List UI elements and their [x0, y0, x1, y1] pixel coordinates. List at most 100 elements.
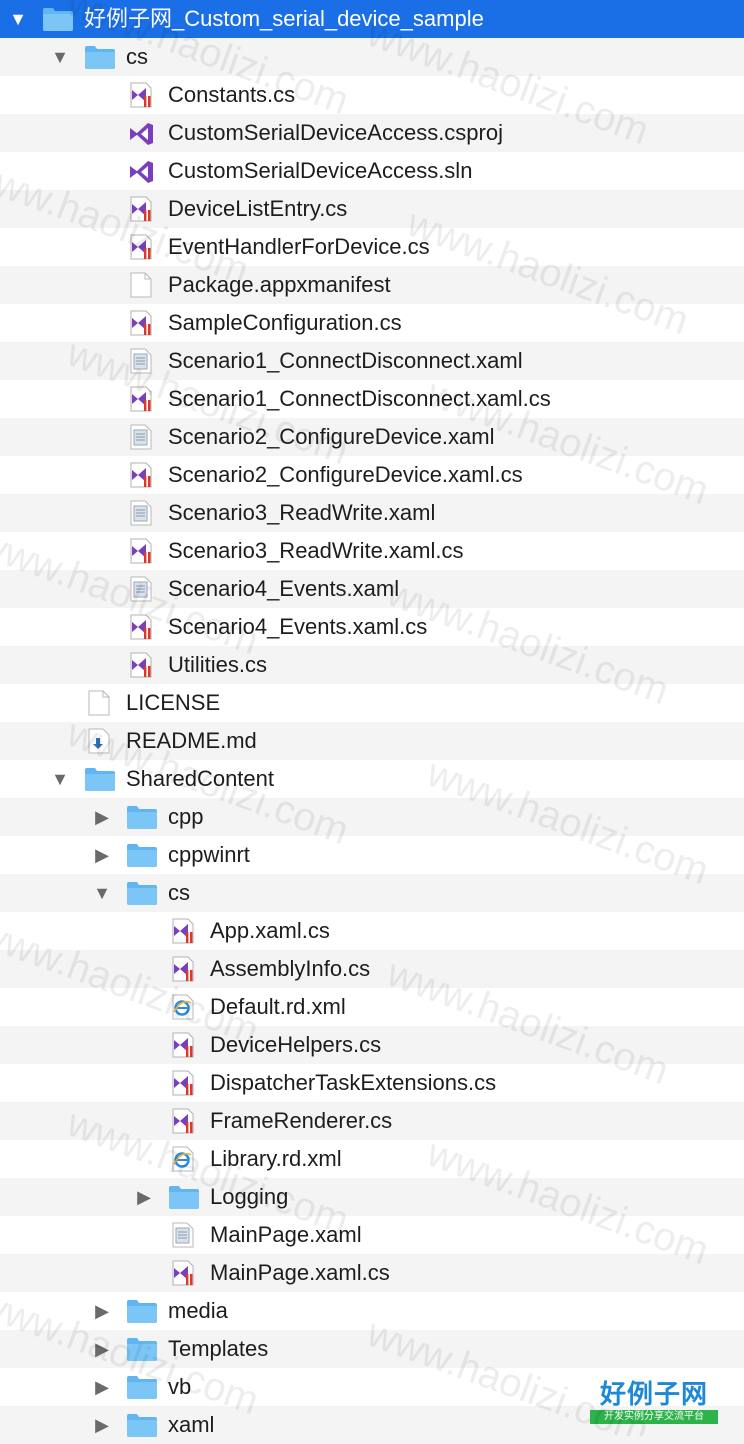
tree-item-label: Scenario2_ConfigureDevice.xaml	[168, 424, 495, 449]
tree-file-row[interactable]: CustomSerialDeviceAccess.sln	[0, 152, 744, 190]
csharp-file-icon	[126, 652, 156, 678]
csharp-file-icon	[168, 1070, 198, 1096]
tree-file-row[interactable]: Scenario2_ConfigureDevice.xaml	[0, 418, 744, 456]
tree-item-label: 好例子网_Custom_serial_device_sample	[84, 6, 484, 31]
tree-file-row[interactable]: MainPage.xaml.cs	[0, 1254, 744, 1292]
tree-item-label: cs	[168, 880, 190, 905]
xaml-file-icon	[168, 1222, 198, 1248]
disclosure-collapsed-icon[interactable]: ▶	[92, 1406, 112, 1444]
tree-item-label: vb	[168, 1374, 192, 1399]
tree-file-row[interactable]: Package.appxmanifest	[0, 266, 744, 304]
tree-folder-row[interactable]: ▼ cs	[0, 874, 744, 912]
folder-icon	[126, 1374, 157, 1400]
disclosure-collapsed-icon[interactable]: ▶	[92, 1292, 112, 1330]
folder-icon	[126, 880, 157, 906]
tree-file-row[interactable]: README.md	[0, 722, 744, 760]
csharp-file-icon	[126, 310, 156, 336]
tree-file-row[interactable]: EventHandlerForDevice.cs	[0, 228, 744, 266]
blank-file-icon	[126, 272, 156, 298]
tree-item-label: CustomSerialDeviceAccess.sln	[168, 158, 473, 183]
xaml-file-icon	[126, 576, 156, 602]
tree-file-row[interactable]: Scenario3_ReadWrite.xaml	[0, 494, 744, 532]
xaml-file-icon	[126, 424, 156, 450]
tree-file-row[interactable]: AssemblyInfo.cs	[0, 950, 744, 988]
tree-file-row[interactable]: MainPage.xaml	[0, 1216, 744, 1254]
csharp-file-icon	[126, 386, 156, 412]
logo-title: 好例子网	[599, 1379, 708, 1409]
tree-file-row[interactable]: Scenario4_Events.xaml.cs	[0, 608, 744, 646]
tree-file-row[interactable]: LICENSE	[0, 684, 744, 722]
csharp-file-icon	[168, 1260, 198, 1286]
tree-item-label: SharedContent	[126, 766, 274, 791]
xml-file-icon	[168, 994, 198, 1020]
tree-item-label: Scenario3_ReadWrite.xaml	[168, 500, 436, 525]
disclosure-expanded-icon[interactable]: ▼	[50, 760, 70, 798]
tree-item-label: cppwinrt	[168, 842, 250, 867]
tree-item-label: SampleConfiguration.cs	[168, 310, 402, 335]
folder-icon	[126, 1412, 157, 1438]
tree-file-row[interactable]: DeviceListEntry.cs	[0, 190, 744, 228]
tree-file-row[interactable]: CustomSerialDeviceAccess.csproj	[0, 114, 744, 152]
tree-file-row[interactable]: App.xaml.cs	[0, 912, 744, 950]
disclosure-collapsed-icon[interactable]: ▶	[92, 1368, 112, 1406]
tree-item-label: Scenario4_Events.xaml.cs	[168, 614, 428, 639]
tree-file-row[interactable]: Scenario2_ConfigureDevice.xaml.cs	[0, 456, 744, 494]
tree-item-label: Utilities.cs	[168, 652, 268, 677]
tree-folder-row[interactable]: ▶ Templates	[0, 1330, 744, 1368]
tree-file-row[interactable]: DeviceHelpers.cs	[0, 1026, 744, 1064]
csharp-file-icon	[126, 82, 156, 108]
disclosure-collapsed-icon[interactable]: ▶	[134, 1178, 154, 1216]
logo-subtitle: 开发实例分享交流平台	[590, 1410, 718, 1424]
folder-icon	[126, 1298, 157, 1324]
disclosure-expanded-icon[interactable]: ▼	[8, 0, 28, 38]
tree-folder-row[interactable]: ▶ cpp	[0, 798, 744, 836]
site-logo: 好例子网 开发实例分享交流平台	[590, 1378, 718, 1430]
csharp-file-icon	[168, 1032, 198, 1058]
xaml-file-icon	[126, 348, 156, 374]
tree-item-label: README.md	[126, 728, 257, 753]
tree-folder-row[interactable]: ▼ 好例子网_Custom_serial_device_sample	[0, 0, 744, 38]
tree-file-row[interactable]: FrameRenderer.cs	[0, 1102, 744, 1140]
tree-folder-row[interactable]: ▼ SharedContent	[0, 760, 744, 798]
tree-file-row[interactable]: SampleConfiguration.cs	[0, 304, 744, 342]
tree-file-row[interactable]: Scenario1_ConnectDisconnect.xaml	[0, 342, 744, 380]
tree-item-label: MainPage.xaml	[210, 1222, 362, 1247]
disclosure-collapsed-icon[interactable]: ▶	[92, 798, 112, 836]
tree-file-row[interactable]: Scenario4_Events.xaml	[0, 570, 744, 608]
csharp-file-icon	[168, 956, 198, 982]
tree-item-label: xaml	[168, 1412, 215, 1437]
disclosure-expanded-icon[interactable]: ▼	[92, 874, 112, 912]
csharp-file-icon	[126, 538, 156, 564]
folder-icon	[126, 804, 157, 830]
tree-file-row[interactable]: DispatcherTaskExtensions.cs	[0, 1064, 744, 1102]
tree-item-label: Scenario2_ConfigureDevice.xaml.cs	[168, 462, 523, 487]
tree-folder-row[interactable]: ▶ media	[0, 1292, 744, 1330]
csharp-file-icon	[126, 614, 156, 640]
markdown-file-icon	[84, 728, 114, 754]
tree-file-row[interactable]: Constants.cs	[0, 76, 744, 114]
tree-file-row[interactable]: Library.rd.xml	[0, 1140, 744, 1178]
file-tree: ▼ 好例子网_Custom_serial_device_sample ▼ cs Cons…	[0, 0, 744, 1444]
tree-item-label: Constants.cs	[168, 82, 296, 107]
tree-item-label: Scenario1_ConnectDisconnect.xaml.cs	[168, 386, 551, 411]
tree-item-label: CustomSerialDeviceAccess.csproj	[168, 120, 503, 145]
folder-icon	[84, 766, 115, 792]
folder-icon	[84, 44, 115, 70]
csharp-file-icon	[168, 1108, 198, 1134]
tree-folder-row[interactable]: ▶ cppwinrt	[0, 836, 744, 874]
tree-folder-row[interactable]: ▶ Logging	[0, 1178, 744, 1216]
disclosure-expanded-icon[interactable]: ▼	[50, 38, 70, 76]
tree-file-row[interactable]: Scenario1_ConnectDisconnect.xaml.cs	[0, 380, 744, 418]
disclosure-collapsed-icon[interactable]: ▶	[92, 836, 112, 874]
tree-file-row[interactable]: Scenario3_ReadWrite.xaml.cs	[0, 532, 744, 570]
tree-folder-row[interactable]: ▼ cs	[0, 38, 744, 76]
xaml-file-icon	[126, 500, 156, 526]
tree-item-label: App.xaml.cs	[210, 918, 330, 943]
disclosure-collapsed-icon[interactable]: ▶	[92, 1330, 112, 1368]
blank-file-icon	[84, 690, 114, 716]
tree-file-row[interactable]: Default.rd.xml	[0, 988, 744, 1026]
tree-item-label: AssemblyInfo.cs	[210, 956, 371, 981]
tree-item-label: Default.rd.xml	[210, 994, 346, 1019]
tree-item-label: Package.appxmanifest	[168, 272, 391, 297]
tree-file-row[interactable]: Utilities.cs	[0, 646, 744, 684]
